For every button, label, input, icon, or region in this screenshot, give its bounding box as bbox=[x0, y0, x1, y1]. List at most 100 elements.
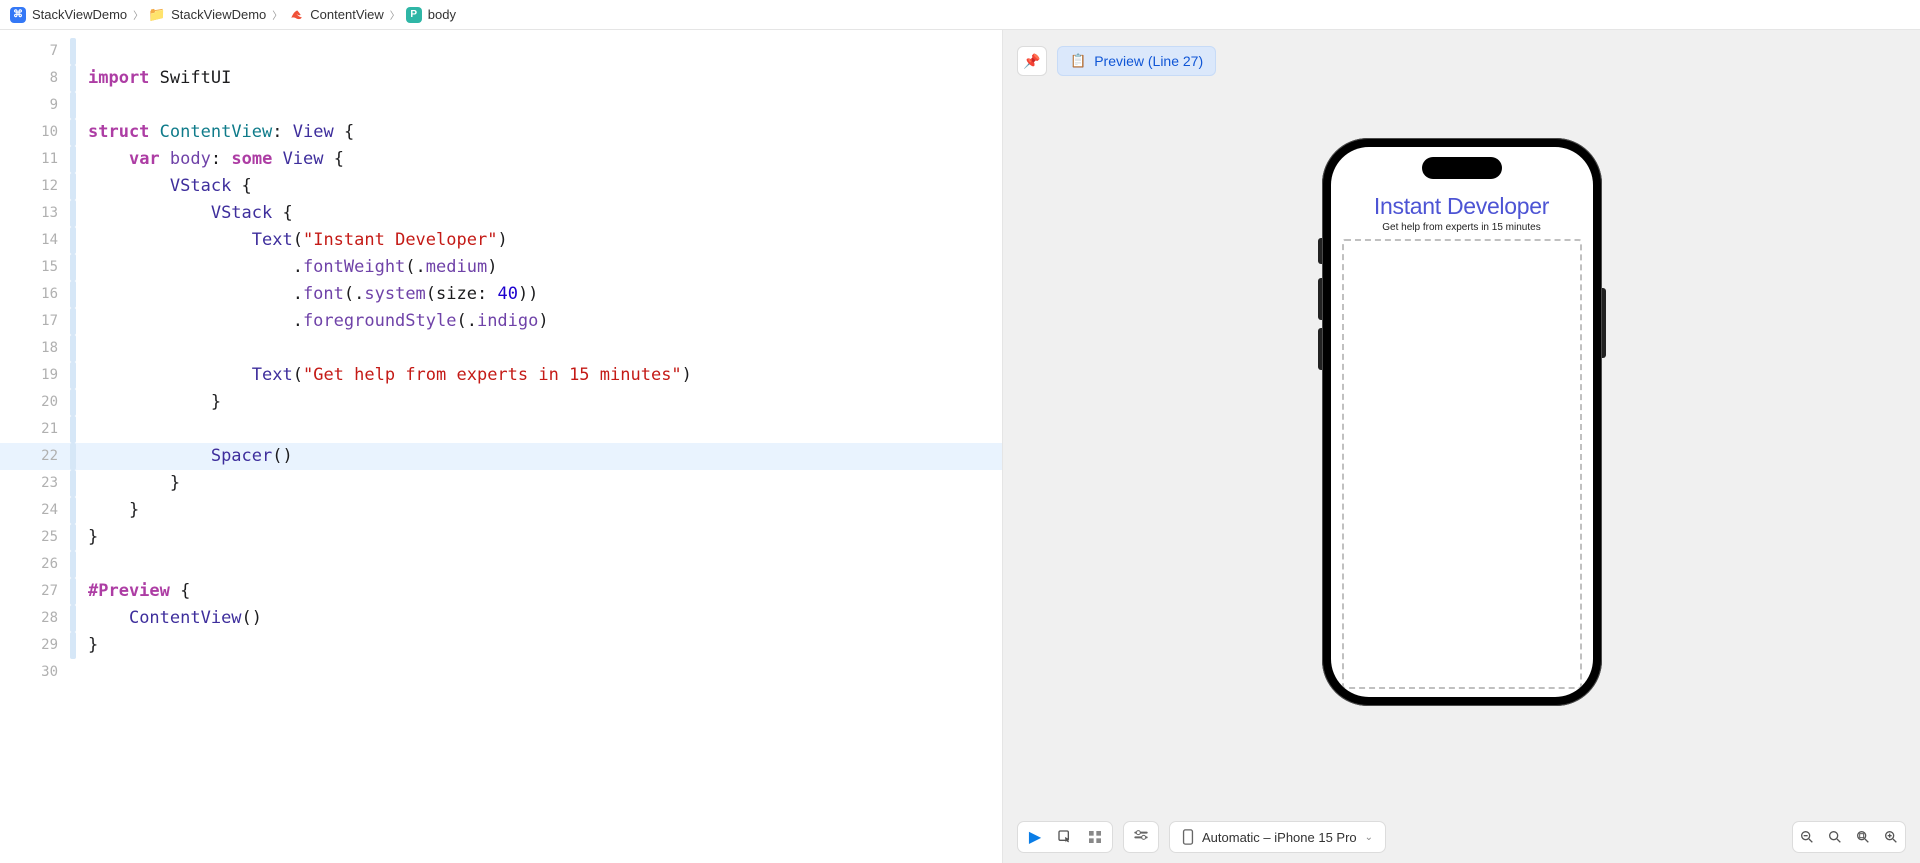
line-number[interactable]: 29 bbox=[0, 632, 68, 659]
change-indicator bbox=[70, 119, 76, 146]
line-number[interactable]: 24 bbox=[0, 497, 68, 524]
breadcrumb: ⌘ StackViewDemo 〉 📁 StackViewDemo 〉 Cont… bbox=[0, 0, 1920, 30]
code-editor[interactable]: 7891011121314151617181920212223242526272… bbox=[0, 30, 1002, 863]
line-number[interactable]: 18 bbox=[0, 335, 68, 362]
change-indicator bbox=[70, 146, 76, 173]
change-indicator bbox=[70, 524, 76, 551]
line-number[interactable]: 11 bbox=[0, 146, 68, 173]
preview-top-controls: 📌 📋 Preview (Line 27) bbox=[1017, 46, 1216, 76]
zoom-fit-button[interactable] bbox=[1849, 829, 1877, 845]
code-line[interactable]: } bbox=[88, 470, 1002, 497]
code-line[interactable]: VStack { bbox=[88, 200, 1002, 227]
code-line[interactable] bbox=[88, 416, 1002, 443]
line-number[interactable]: 17 bbox=[0, 308, 68, 335]
code-line[interactable]: Text("Get help from experts in 15 minute… bbox=[88, 362, 1002, 389]
chevron-down-icon: ⌄ bbox=[1365, 832, 1373, 843]
breadcrumb-label: ContentView bbox=[310, 7, 383, 22]
phone-side-button bbox=[1318, 278, 1322, 320]
change-indicator bbox=[70, 308, 76, 335]
line-number[interactable]: 21 bbox=[0, 416, 68, 443]
code-line[interactable]: } bbox=[88, 524, 1002, 551]
breadcrumb-item-project[interactable]: ⌘ StackViewDemo bbox=[10, 7, 127, 23]
code-line[interactable]: #Preview { bbox=[88, 578, 1002, 605]
code-content[interactable]: import SwiftUI struct ContentView: View … bbox=[88, 38, 1002, 686]
line-number[interactable]: 14 bbox=[0, 227, 68, 254]
line-number[interactable]: 30 bbox=[0, 659, 68, 686]
line-number[interactable]: 27 bbox=[0, 578, 68, 605]
preview-chip-label: Preview (Line 27) bbox=[1094, 53, 1203, 69]
phone-side-button bbox=[1602, 288, 1606, 358]
change-indicator bbox=[70, 227, 76, 254]
line-number[interactable]: 8 bbox=[0, 65, 68, 92]
line-number[interactable]: 10 bbox=[0, 119, 68, 146]
code-line[interactable]: .foregroundStyle(.indigo) bbox=[88, 308, 1002, 335]
line-number[interactable]: 20 bbox=[0, 389, 68, 416]
line-number[interactable]: 16 bbox=[0, 281, 68, 308]
breadcrumb-item-symbol[interactable]: P body bbox=[406, 7, 456, 23]
line-number[interactable]: 19 bbox=[0, 362, 68, 389]
line-number[interactable]: 22 bbox=[0, 443, 68, 470]
change-bar bbox=[68, 38, 78, 686]
code-line[interactable]: .font(.system(size: 40)) bbox=[88, 281, 1002, 308]
code-line[interactable]: } bbox=[88, 389, 1002, 416]
folder-icon: 📁 bbox=[149, 7, 165, 23]
code-line[interactable]: Spacer() bbox=[88, 443, 1002, 470]
line-number[interactable]: 7 bbox=[0, 38, 68, 65]
preview-selector-chip[interactable]: 📋 Preview (Line 27) bbox=[1057, 46, 1216, 76]
change-indicator bbox=[70, 551, 76, 578]
change-indicator bbox=[70, 470, 76, 497]
cursor-rect-icon bbox=[1057, 829, 1073, 845]
code-line[interactable]: struct ContentView: View { bbox=[88, 119, 1002, 146]
code-line[interactable]: import SwiftUI bbox=[88, 65, 1002, 92]
clipboard-icon: 📋 bbox=[1070, 53, 1086, 69]
selectable-mode-button[interactable] bbox=[1054, 829, 1076, 845]
device-selector[interactable]: Automatic – iPhone 15 Pro ⌄ bbox=[1169, 821, 1386, 853]
code-line[interactable]: } bbox=[88, 632, 1002, 659]
device-settings-button[interactable] bbox=[1123, 821, 1159, 853]
code-line[interactable] bbox=[88, 659, 1002, 686]
code-line[interactable] bbox=[88, 551, 1002, 578]
code-line[interactable]: Text("Instant Developer") bbox=[88, 227, 1002, 254]
app-icon: ⌘ bbox=[10, 7, 26, 23]
iphone-frame: Instant Developer Get help from experts … bbox=[1322, 138, 1602, 706]
code-line[interactable]: .fontWeight(.medium) bbox=[88, 254, 1002, 281]
spacer-placeholder[interactable] bbox=[1342, 239, 1582, 689]
code-line[interactable]: } bbox=[88, 497, 1002, 524]
change-indicator bbox=[70, 173, 76, 200]
code-line[interactable]: VStack { bbox=[88, 173, 1002, 200]
zoom-actual-icon bbox=[1827, 829, 1843, 845]
code-line[interactable] bbox=[88, 335, 1002, 362]
change-indicator bbox=[70, 443, 76, 470]
change-indicator bbox=[70, 659, 76, 686]
preview-mode-group: ▶ bbox=[1017, 821, 1113, 853]
code-line[interactable]: var body: some View { bbox=[88, 146, 1002, 173]
zoom-in-button[interactable] bbox=[1877, 829, 1905, 845]
line-number[interactable]: 12 bbox=[0, 173, 68, 200]
breadcrumb-item-file[interactable]: ContentView bbox=[288, 7, 383, 23]
line-number[interactable]: 15 bbox=[0, 254, 68, 281]
change-indicator bbox=[70, 632, 76, 659]
dynamic-island bbox=[1422, 157, 1502, 179]
sliders-icon bbox=[1133, 829, 1149, 845]
chevron-right-icon: 〉 bbox=[272, 7, 282, 22]
breadcrumb-item-folder[interactable]: 📁 StackViewDemo bbox=[149, 7, 266, 23]
change-indicator bbox=[70, 200, 76, 227]
code-line[interactable]: ContentView() bbox=[88, 605, 1002, 632]
line-number[interactable]: 13 bbox=[0, 200, 68, 227]
breadcrumb-label: StackViewDemo bbox=[171, 7, 266, 22]
live-preview-button[interactable]: ▶ bbox=[1024, 827, 1046, 847]
app-subtitle-text: Get help from experts in 15 minutes bbox=[1382, 222, 1540, 233]
line-number[interactable]: 23 bbox=[0, 470, 68, 497]
zoom-out-button[interactable] bbox=[1793, 829, 1821, 845]
pin-preview-button[interactable]: 📌 bbox=[1017, 46, 1047, 76]
phone-side-button bbox=[1318, 328, 1322, 370]
line-number[interactable]: 25 bbox=[0, 524, 68, 551]
code-line[interactable] bbox=[88, 38, 1002, 65]
code-line[interactable] bbox=[88, 92, 1002, 119]
line-number[interactable]: 9 bbox=[0, 92, 68, 119]
variants-button[interactable] bbox=[1084, 829, 1106, 845]
line-number[interactable]: 26 bbox=[0, 551, 68, 578]
line-number[interactable]: 28 bbox=[0, 605, 68, 632]
phone-screen[interactable]: Instant Developer Get help from experts … bbox=[1331, 147, 1593, 697]
zoom-actual-button[interactable] bbox=[1821, 829, 1849, 845]
